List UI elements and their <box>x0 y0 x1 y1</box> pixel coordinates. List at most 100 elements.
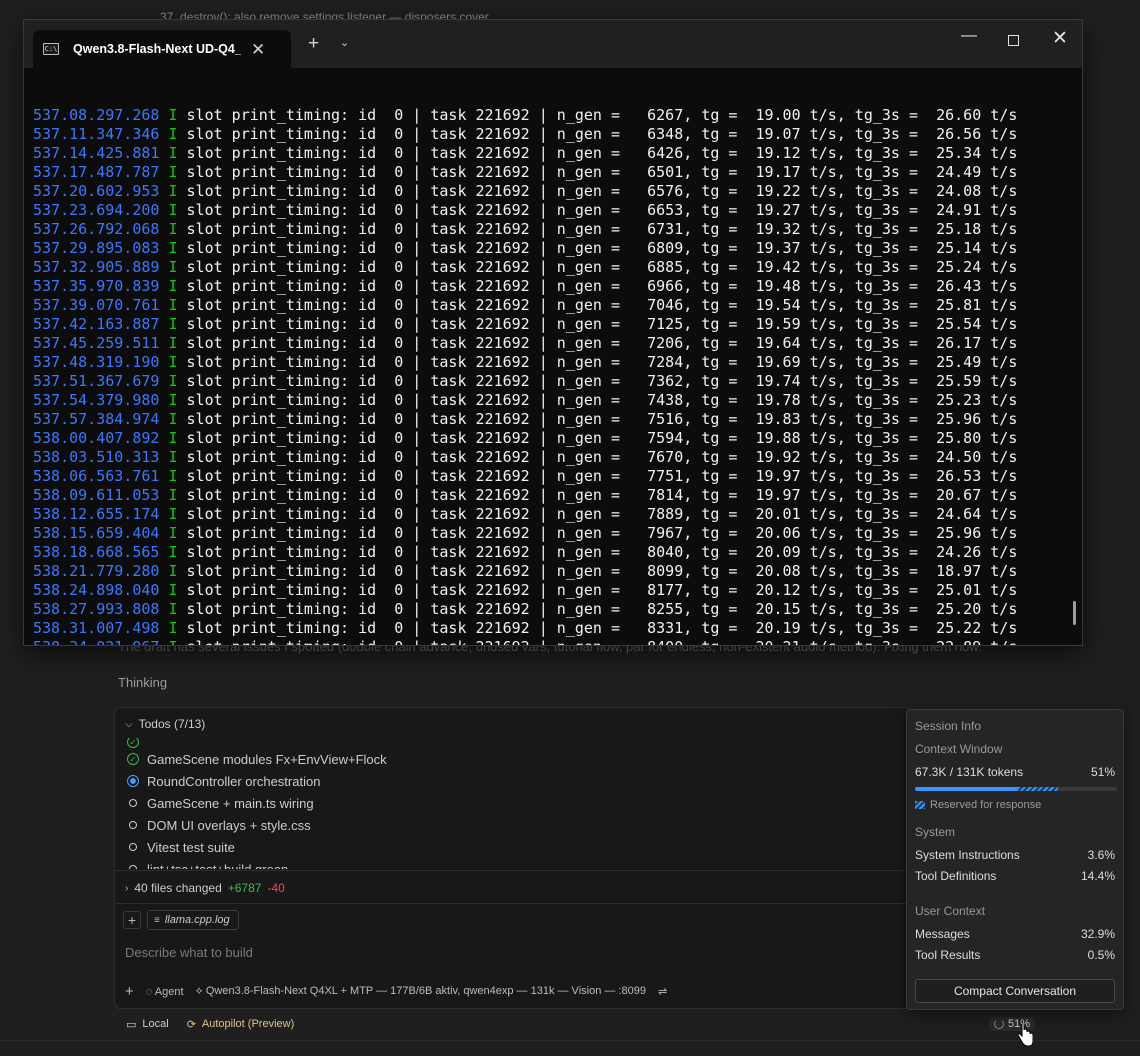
log-line: 538.09.611.053 I slot print_timing: id 0… <box>33 486 1082 505</box>
divider <box>115 903 911 904</box>
add-context-button[interactable]: + <box>123 911 141 929</box>
log-line: 537.39.070.761 I slot print_timing: id 0… <box>33 296 1082 315</box>
context-progress-bar <box>915 787 1117 791</box>
todos-toggle[interactable]: ⌵ Todos (7/13) <box>125 717 205 731</box>
add-button[interactable]: + <box>125 983 134 1000</box>
log-level: I <box>168 182 178 200</box>
terminal-scrollbar[interactable] <box>1073 601 1076 625</box>
terminal-tab-title: Qwen3.8-Flash-Next UD-Q4_K <box>73 42 241 56</box>
log-message: slot print_timing: id 0 | task 221692 | … <box>177 524 1018 542</box>
log-line: 537.23.694.200 I slot print_timing: id 0… <box>33 201 1082 220</box>
log-level: I <box>168 486 178 504</box>
todo-item[interactable]: RoundController orchestration <box>125 770 885 792</box>
log-message: slot print_timing: id 0 | task 221692 | … <box>177 277 1018 295</box>
close-window-button[interactable]: ✕ <box>1052 29 1068 48</box>
log-message: slot print_timing: id 0 | task 221692 | … <box>177 125 1018 143</box>
model-picker[interactable]: ⟡ Qwen3.8-Flash-Next Q4XL + MTP — 177B/6… <box>196 985 646 998</box>
user-context-heading: User Context <box>915 904 986 918</box>
log-message: slot print_timing: id 0 | task 221692 | … <box>177 448 1018 466</box>
todo-item[interactable]: DOM UI overlays + style.css <box>125 814 885 836</box>
attachments-row: + ≡ llama.cpp.log <box>123 910 239 930</box>
log-line: 537.20.602.953 I slot print_timing: id 0… <box>33 182 1082 201</box>
model-label: Qwen3.8-Flash-Next Q4XL + MTP — 177B/6B … <box>205 985 646 997</box>
log-line: 538.06.563.761 I slot print_timing: id 0… <box>33 467 1082 486</box>
log-line: 538.00.407.892 I slot print_timing: id 0… <box>33 429 1082 448</box>
log-level: I <box>168 619 178 637</box>
terminal-tab[interactable]: C:\ Qwen3.8-Flash-Next UD-Q4_K ✕ <box>33 30 291 68</box>
file-icon: ≡ <box>154 914 160 926</box>
context-window-heading: Context Window <box>915 742 1003 756</box>
terminal-icon: C:\ <box>43 43 59 55</box>
todo-item[interactable]: lint+tsc+test+build green <box>125 858 885 869</box>
log-timestamp: 538.34.021.967 <box>33 638 159 645</box>
todo-item[interactable]: Vitest test suite <box>125 836 885 858</box>
hand-pointer-icon <box>1017 1024 1033 1047</box>
status-bar: ▭ Local ⟳ Autopilot (Preview) 51% <box>114 1014 1114 1034</box>
log-message: slot print_timing: id 0 | task 221692 | … <box>177 619 1018 637</box>
log-level: I <box>168 543 178 561</box>
log-message: slot print_timing: id 0 | task 221692 | … <box>177 467 1018 485</box>
chat-panel: ⌵ Todos (7/13) ✓ ✓ GameScene modules Fx+En… <box>114 707 912 1009</box>
compact-conversation-button[interactable]: Compact Conversation <box>915 979 1115 1003</box>
log-timestamp: 537.14.425.881 <box>33 144 160 162</box>
log-message: slot print_timing: id 0 | task 221692 | … <box>177 163 1018 181</box>
token-count: 67.3K / 131K tokens <box>915 765 1024 779</box>
reserved-swatch <box>915 801 925 809</box>
log-line: 538.21.779.280 I slot print_timing: id 0… <box>33 562 1082 581</box>
local-target[interactable]: ▭ Local <box>126 1018 169 1031</box>
log-message: slot print_timing: id 0 | task 221692 | … <box>177 106 1018 124</box>
log-timestamp: 537.57.384.974 <box>33 410 160 428</box>
attachment-chip[interactable]: ≡ llama.cpp.log <box>147 910 239 930</box>
log-message: slot print_timing: id 0 | task 221692 | … <box>177 486 1018 504</box>
thinking-label[interactable]: Thinking <box>118 675 167 690</box>
log-level: I <box>168 562 178 580</box>
todo-item[interactable]: ✓ GameScene modules Fx+EnvView+Flock <box>125 748 885 770</box>
log-timestamp: 537.35.970.839 <box>33 277 160 295</box>
token-pct: 51% <box>1090 765 1115 779</box>
terminal-output[interactable]: 537.08.297.268 I slot print_timing: id 0… <box>24 68 1082 645</box>
log-message: slot print_timing: id 0 | task 221692 | … <box>177 429 1018 447</box>
maximize-button[interactable] <box>1008 35 1019 46</box>
loading-spinner-icon <box>994 1019 1004 1029</box>
log-line: 538.15.659.404 I slot print_timing: id 0… <box>33 524 1082 543</box>
todo-label: GameScene + main.ts wiring <box>147 795 314 811</box>
todo-item[interactable]: ✓ <box>125 738 885 748</box>
todo-item[interactable]: GameScene + main.ts wiring <box>125 792 885 814</box>
log-level: I <box>168 239 178 257</box>
new-tab-button[interactable]: + <box>308 34 319 53</box>
log-timestamp: 537.51.367.679 <box>33 372 160 390</box>
agent-mode-picker[interactable]: ◌ Agent <box>146 986 184 998</box>
minimize-button[interactable]: — <box>961 28 977 44</box>
log-timestamp: 538.00.407.892 <box>33 429 160 447</box>
log-timestamp: 537.54.379.980 <box>33 391 160 409</box>
log-level: I <box>168 391 178 409</box>
log-line: 537.35.970.839 I slot print_timing: id 0… <box>33 277 1082 296</box>
log-line: 537.48.319.190 I slot print_timing: id 0… <box>33 353 1082 372</box>
log-message: slot print_timing: id 0 | task 221692 | … <box>177 334 1018 352</box>
log-message: slot print_timing: id 0 | task 221692 | … <box>177 182 1018 200</box>
log-line: 537.54.379.980 I slot print_timing: id 0… <box>33 391 1082 410</box>
close-tab-icon[interactable]: ✕ <box>251 41 265 58</box>
tool-results-pct: 0.5% <box>1087 948 1115 962</box>
files-changed-toggle[interactable]: › 40 files changed +6787 -40 <box>125 881 285 895</box>
terminal-window[interactable]: C:\ Qwen3.8-Flash-Next UD-Q4_K ✕ + ⌄ — ✕… <box>23 19 1083 646</box>
log-level: I <box>168 315 178 333</box>
chat-input[interactable]: Describe what to build <box>125 945 253 960</box>
log-timestamp: 538.31.007.498 <box>33 619 160 637</box>
todo-list[interactable]: ✓ ✓ GameScene modules Fx+EnvView+Flock Roun… <box>125 738 885 869</box>
chevron-down-icon[interactable]: ⌄ <box>340 36 349 49</box>
check-circle-icon: ✓ <box>127 738 139 748</box>
log-timestamp: 538.03.510.313 <box>33 448 160 466</box>
log-line: 537.29.895.083 I slot print_timing: id 0… <box>33 239 1082 258</box>
log-level: I <box>168 600 178 618</box>
autopilot-toggle[interactable]: ⟳ Autopilot (Preview) <box>187 1018 295 1031</box>
settings-sliders-icon[interactable]: ⇌ <box>658 985 667 998</box>
log-message: slot print_timing: id 0 | task 221692 | … <box>177 372 1018 390</box>
autopilot-icon: ⟳ <box>186 1018 196 1031</box>
log-level: I <box>168 296 178 314</box>
messages-label: Messages <box>915 927 970 941</box>
log-timestamp: 538.15.659.404 <box>33 524 160 542</box>
log-message: slot print_timing: id 0 | task 221692 | … <box>177 144 1018 162</box>
log-timestamp: 537.26.792.068 <box>33 220 160 238</box>
terminal-titlebar[interactable]: C:\ Qwen3.8-Flash-Next UD-Q4_K ✕ + ⌄ — ✕ <box>24 20 1082 68</box>
